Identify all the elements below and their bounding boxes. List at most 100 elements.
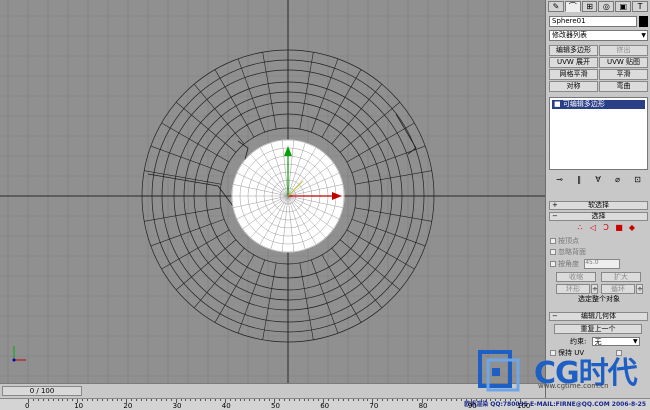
preserve-uv-option[interactable]: 保持 UV (550, 349, 648, 358)
modifier-button-2[interactable]: UVW 展开 (549, 57, 598, 68)
preserve-uv-checkbox[interactable] (550, 350, 556, 356)
wireframe-segment (339, 101, 401, 153)
loop-spinner-icon[interactable]: ÷ (636, 284, 643, 294)
by-vertex-option[interactable]: 按顶点 (550, 237, 648, 246)
element-mode-icon[interactable]: ◆ (628, 224, 636, 232)
selection-summary: 选定整个对象 (578, 295, 620, 303)
vertex-mode-icon[interactable]: ∴ (576, 224, 584, 232)
frame-ruler[interactable]: 欧帆渲染 QQ:780095 E-MAIL:FIRNE@QQ.COM 2006-… (0, 398, 650, 410)
ruler-minor-tick (141, 399, 143, 401)
by-angle-checkbox[interactable] (550, 261, 556, 267)
show-end-result-icon[interactable]: ‖ (577, 175, 581, 184)
display-tab-icon[interactable]: ▣ (615, 1, 632, 12)
ruler-minor-tick (82, 399, 84, 401)
ruler-minor-tick (155, 399, 157, 401)
modifier-button-5[interactable]: 平滑 (599, 69, 648, 80)
ruler-minor-tick (111, 399, 113, 401)
ruler-label: 0 (25, 402, 30, 410)
ruler-minor-tick (441, 399, 443, 401)
ruler-minor-tick (101, 399, 103, 401)
modifier-list-dropdown[interactable]: 修改器列表 ▼ (549, 30, 648, 41)
modifier-button-6[interactable]: 对称 (549, 81, 598, 92)
ruler-minor-tick (382, 399, 384, 401)
ignore-backfacing-option[interactable]: 忽略背面 (550, 248, 648, 257)
ruler-minor-tick (337, 399, 339, 401)
stack-tools: ⊸ ‖ ∀ ⌀ ⊡ (549, 173, 648, 185)
modifier-button-3[interactable]: UVW 贴图 (599, 57, 648, 68)
ignore-backfacing-checkbox[interactable] (550, 249, 556, 255)
modifier-button-4[interactable]: 网格平滑 (549, 69, 598, 80)
modifier-button-0[interactable]: 编辑多边形 (549, 45, 598, 56)
collapse-icon: − (552, 212, 558, 220)
time-slider-track[interactable]: 0 / 100 (0, 383, 545, 398)
create-tab-icon[interactable]: ✎ (548, 1, 564, 12)
loop-button[interactable]: 循环 (601, 284, 635, 294)
dropdown-arrow-icon: ▼ (632, 338, 638, 345)
ruler-minor-tick (47, 399, 49, 401)
ruler-minor-tick (170, 399, 172, 401)
ruler-minor-tick (32, 399, 34, 401)
modifier-button-7[interactable]: 弯曲 (599, 81, 648, 92)
by-vertex-checkbox[interactable] (550, 238, 556, 244)
ring-spinner-icon[interactable]: ÷ (591, 284, 598, 294)
motion-tab-icon[interactable]: ◎ (598, 1, 615, 12)
rollout-edit-geometry[interactable]: − 编辑几何体 (549, 312, 648, 321)
grow-button[interactable]: 扩大 (601, 272, 641, 282)
ruler-minor-tick (205, 399, 207, 401)
configure-sets-icon[interactable]: ⊡ (634, 175, 641, 184)
by-angle-option[interactable]: 按角度 45.0 (550, 259, 648, 269)
ruler-minor-tick (406, 399, 408, 401)
pin-stack-icon[interactable]: ⊸ (556, 175, 563, 184)
ruler-minor-tick (254, 399, 256, 401)
ruler-minor-tick (490, 399, 492, 401)
ruler-minor-tick (210, 399, 212, 401)
hierarchy-tab-icon[interactable]: ⊞ (581, 1, 598, 12)
ruler-minor-tick (411, 399, 413, 401)
repeat-last-button[interactable]: 重复上一个 (554, 324, 642, 334)
ruler-minor-tick (151, 399, 152, 401)
perspective-viewport[interactable] (0, 0, 545, 383)
ruler-minor-tick (392, 399, 394, 401)
stack-item-bullet-icon: ■ (554, 100, 563, 108)
frame-counter: 0 / 100 (29, 387, 55, 395)
edge-mode-icon[interactable]: ◁ (589, 224, 597, 232)
ruler-minor-tick (195, 399, 197, 401)
shrink-button[interactable]: 收缩 (556, 272, 596, 282)
ruler-minor-tick (62, 399, 64, 401)
time-slider[interactable]: 0 / 100 (2, 386, 82, 396)
ruler-minor-tick (146, 399, 148, 401)
modifier-stack[interactable]: ■ 可编辑多边形 (549, 97, 648, 170)
ruler-minor-tick (436, 399, 438, 401)
remove-modifier-icon[interactable]: ⌀ (615, 175, 620, 184)
constraint-dropdown[interactable]: 无 ▼ (591, 337, 640, 346)
ring-button[interactable]: 环形 (556, 284, 590, 294)
ruler-minor-tick (116, 399, 118, 401)
ruler-label: 40 (221, 402, 231, 410)
ruler-minor-tick (342, 399, 344, 401)
ruler-minor-tick (313, 399, 315, 401)
rollout-soft-selection[interactable]: + 软选择 (549, 201, 648, 210)
modifier-button-1[interactable]: 挤出 (599, 45, 648, 56)
ruler-minor-tick (362, 399, 364, 401)
modify-tab-icon[interactable]: ⌒ (564, 1, 581, 12)
wireframe-viewport-canvas[interactable] (0, 0, 545, 383)
object-color-swatch[interactable] (639, 16, 648, 27)
modifier-list-label: 修改器列表 (552, 31, 587, 39)
constraint-label: 约束: (570, 337, 587, 346)
rollout-selection[interactable]: − 选择 (549, 212, 648, 221)
object-name-field[interactable]: Sphere01 (549, 16, 637, 27)
border-mode-icon[interactable]: Ͻ (602, 224, 610, 232)
preserve-uv-settings-icon[interactable] (616, 350, 623, 356)
angle-spinner[interactable]: 45.0 (584, 259, 621, 269)
stack-item-editable-poly[interactable]: ■ 可编辑多边形 (552, 100, 645, 109)
ruler-minor-tick (510, 399, 512, 401)
ruler-minor-tick (298, 399, 300, 401)
utilities-tab-icon[interactable]: T (632, 1, 648, 12)
ruler-minor-tick (185, 399, 187, 401)
make-unique-icon[interactable]: ∀ (595, 175, 600, 184)
ruler-minor-tick (347, 399, 349, 401)
command-panel-tabs: ✎ ⌒ ⊞ ◎ ▣ T (546, 0, 650, 14)
by-angle-label: 按角度 (558, 260, 579, 268)
ruler-minor-tick (249, 399, 251, 401)
polygon-mode-icon[interactable]: ■ (615, 224, 623, 232)
